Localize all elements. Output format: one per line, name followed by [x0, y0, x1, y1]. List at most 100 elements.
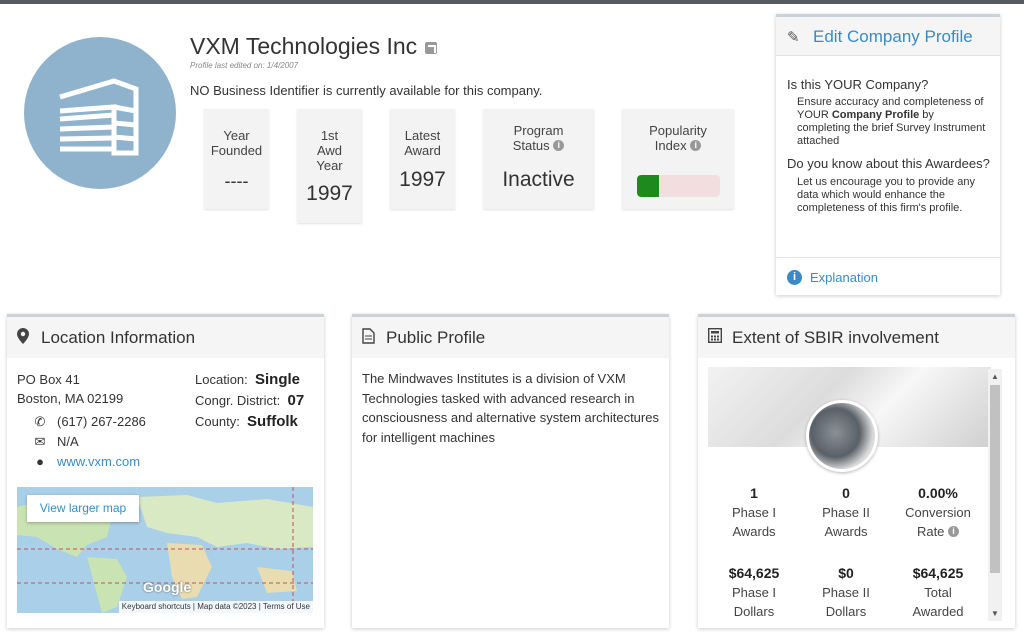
stat-label-line: Popularity [649, 123, 707, 138]
map-marker-icon [17, 328, 29, 348]
phone-icon: ✆ [34, 414, 46, 429]
phase1-awards-value: 1 [750, 485, 758, 501]
stat-label-line: 1st [320, 128, 339, 143]
cell-label: Phase I [731, 505, 777, 520]
info-icon[interactable]: i [690, 140, 702, 151]
public-profile-panel: Public Profile The Mindwaves Institutes … [352, 314, 669, 628]
stat-label-line: Year [316, 158, 343, 173]
scroll-down-arrow-icon[interactable]: ▼ [991, 609, 999, 618]
phase1-dollars-cell: $64,625 Phase I Dollars [708, 564, 800, 621]
stat-label: Program Status i [483, 123, 594, 153]
stat-value: Inactive [502, 168, 575, 191]
stat-label-line: Awd [316, 143, 343, 158]
county-row: County: Suffolk [195, 411, 304, 432]
edit-icon: ✎ [787, 29, 800, 46]
location-type-label: Location: [195, 372, 248, 387]
cell-label: Phase I [731, 585, 777, 600]
location-type-value: Single [255, 371, 301, 388]
view-larger-map-button[interactable]: View larger map [27, 495, 139, 522]
address: PO Box 41 Boston, MA 02199 [17, 370, 123, 408]
cell-label: Awarded [912, 604, 964, 619]
cell-label: Phase II [822, 585, 870, 600]
district-value: 07 [287, 392, 305, 409]
website-link[interactable]: www.vxm.com [57, 454, 140, 469]
scroll-up-arrow-icon[interactable]: ▲ [991, 372, 999, 381]
public-profile-title: Public Profile [386, 328, 486, 347]
cell-label: Total [924, 585, 952, 600]
building-icon [59, 78, 139, 156]
county-value: Suffolk [247, 413, 298, 430]
phase2-awards-value: 0 [842, 485, 850, 501]
district-label: Congr. District: [195, 393, 281, 408]
question-awardees: Do you know about this Awardees? [787, 156, 990, 171]
stat-label: 1st Awd Year [297, 128, 362, 173]
stat-label-line: Index [654, 138, 687, 153]
cell-label: Phase II [822, 505, 870, 520]
email-row: ✉ N/A [31, 432, 146, 452]
district-row: Congr. District: 07 [195, 390, 304, 411]
location-panel-title: Location Information [41, 328, 196, 347]
stat-label: Popularity Index i [622, 123, 734, 153]
map-attribution[interactable]: Keyboard shortcuts | Map data ©2023 | Te… [118, 601, 313, 613]
sbir-stats-area: 1 Phase I Awards 0 Phase II Awards 0.00%… [708, 367, 991, 622]
cell-label: Awards [732, 524, 776, 539]
info-icon[interactable]: i [553, 140, 565, 151]
company-logo [24, 37, 176, 189]
address-line: PO Box 41 [17, 372, 80, 387]
stat-label-line: Status [512, 138, 550, 153]
explanation-link[interactable]: Explanation [810, 270, 878, 285]
document-icon [362, 328, 375, 348]
cell-label: Dollars [825, 604, 867, 619]
stat-popularity-index: Popularity Index i [622, 109, 734, 209]
phase1-awards-cell: 1 Phase I Awards [708, 484, 800, 541]
answer-your-company: Ensure accuracy and completeness of YOUR… [787, 96, 990, 148]
edit-panel-body: Is this YOUR Company? Ensure accuracy an… [787, 77, 990, 215]
external-link-icon[interactable] [425, 42, 437, 54]
email-address: N/A [57, 434, 79, 449]
stat-year-founded: Year Founded ---- [204, 109, 269, 209]
stat-label-line: Program [513, 123, 564, 138]
sbir-header: Extent of SBIR involvement [698, 317, 1015, 358]
sbir-panel: Extent of SBIR involvement 1 Phase I Awa… [698, 314, 1015, 628]
phase2-dollars-cell: $0 Phase II Dollars [800, 564, 892, 621]
google-logo: Google [143, 579, 192, 595]
company-name: VXM Technologies Inc [190, 33, 418, 59]
sbir-title: Extent of SBIR involvement [732, 328, 939, 347]
county-label: County: [195, 414, 240, 429]
total-awarded-value: $64,625 [912, 565, 964, 581]
cell-label: Conversion [905, 505, 971, 520]
business-identifier-note: NO Business Identifier is currently avai… [190, 83, 543, 98]
stat-latest-award: Latest Award 1997 [390, 109, 455, 209]
scrollbar-thumb[interactable] [990, 385, 1000, 573]
stat-value: ---- [224, 171, 249, 191]
info-icon[interactable]: i [948, 526, 960, 537]
cell-label: Dollars [733, 604, 775, 619]
edit-company-profile-link[interactable]: Edit Company Profile [813, 27, 973, 47]
stat-program-status: Program Status i Inactive [483, 109, 594, 209]
address-line: Boston, MA 02199 [17, 391, 124, 406]
answer-awardees: Let us encourage you to provide any data… [797, 176, 975, 214]
popularity-bar-fill [637, 175, 660, 197]
stat-value: 1997 [306, 182, 353, 205]
edit-company-profile-panel: ✎ Edit Company Profile Is this YOUR Comp… [776, 14, 1000, 295]
public-profile-header: Public Profile [352, 317, 669, 358]
location-details: Location: Single Congr. District: 07 Cou… [195, 369, 304, 432]
phone-row: ✆ (617) 267-2286 [31, 412, 146, 432]
answer-bold: Company Profile [831, 109, 920, 121]
explanation-row[interactable]: i Explanation [776, 257, 1000, 295]
map-embed[interactable]: View larger map Google Keyboard shortcut… [17, 487, 313, 613]
info-circle-icon: i [787, 270, 802, 285]
cell-label: Awards [824, 524, 868, 539]
profile-edited-date: Profile last edited on: 1/4/2007 [190, 61, 299, 70]
phase2-dollars-value: $0 [838, 565, 854, 581]
stat-label: Latest Award [404, 128, 441, 158]
edit-panel-header[interactable]: ✎ Edit Company Profile [776, 17, 1000, 56]
stat-first-award-year: 1st Awd Year 1997 [297, 109, 362, 223]
conversion-rate-cell: 0.00% Conversion Rate i [892, 484, 984, 541]
website-row: ● www.vxm.com [31, 452, 146, 472]
conversion-rate-value: 0.00% [918, 485, 958, 501]
sbir-scrollbar[interactable]: ▲ ▼ [988, 369, 1002, 621]
globe-icon: ● [36, 454, 44, 469]
location-type-row: Location: Single [195, 369, 304, 390]
stat-value: 1997 [399, 168, 446, 191]
